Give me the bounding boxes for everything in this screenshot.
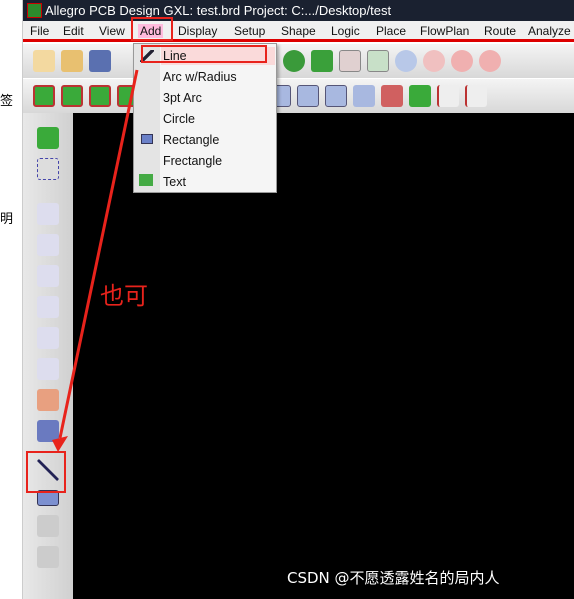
arrow-line (58, 69, 139, 439)
annotation-text: 也可 (100, 282, 148, 310)
arrow-head (52, 436, 68, 452)
annotation-arrows (52, 69, 139, 452)
watermark: CSDN @不愿透露姓名的局内人 (287, 569, 500, 587)
